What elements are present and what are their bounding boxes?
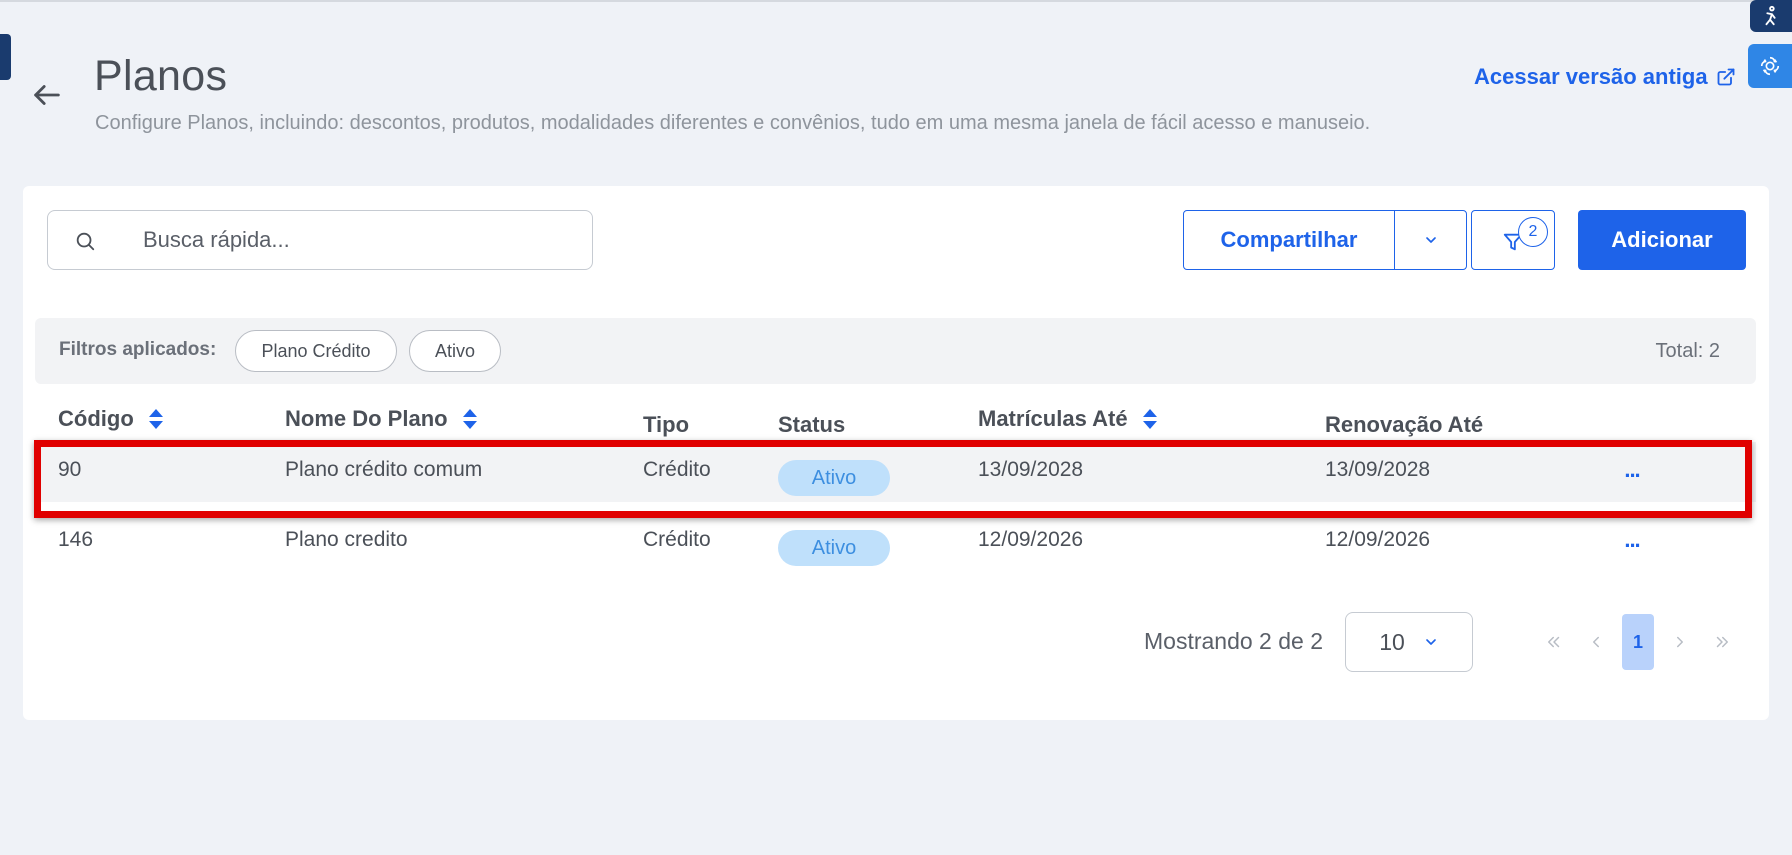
total-count: Total: 2: [1655, 340, 1720, 362]
filter-chip-plano-credito[interactable]: Plano Crédito: [235, 330, 397, 372]
double-chevron-left-icon: [1548, 636, 1560, 648]
cell-matriculas-ate: 12/09/2026: [978, 528, 1084, 551]
column-header-label: Nome Do Plano: [285, 406, 448, 431]
pagination-summary: Mostrando 2 de 2: [1144, 628, 1324, 654]
old-version-link[interactable]: Acessar versão antiga: [1474, 64, 1736, 90]
page-button-current[interactable]: 1: [1622, 614, 1654, 670]
column-header-label: Matrículas Até: [978, 406, 1128, 431]
column-header-label: Tipo: [643, 412, 690, 437]
row-actions-button[interactable]: ...: [1617, 459, 1647, 484]
cell-nome: Plano credito: [285, 528, 408, 551]
top-border: [0, 0, 1792, 2]
status-badge: Ativo: [778, 530, 890, 566]
applied-filters-bar: Filtros aplicados: Plano Crédito Ativo T…: [35, 318, 1756, 384]
share-split-button: Compartilhar: [1183, 210, 1467, 270]
filter-button[interactable]: 2: [1471, 210, 1555, 270]
chevron-right-icon: [1677, 636, 1683, 648]
column-header-label: Status: [778, 412, 846, 437]
external-link-icon: [1717, 68, 1734, 86]
sort-icon[interactable]: [1142, 408, 1158, 430]
table-row[interactable]: 146 Plano credito Crédito Ativo 12/09/20…: [35, 512, 1756, 572]
column-header-label: Código: [58, 406, 134, 431]
status-badge: Ativo: [778, 460, 890, 496]
filter-chip-ativo[interactable]: Ativo: [409, 330, 501, 372]
search-icon: [76, 232, 95, 251]
cell-tipo: Crédito: [643, 458, 711, 481]
column-header-codigo[interactable]: Código: [58, 406, 164, 432]
chevron-left-icon: [1593, 636, 1599, 648]
back-button[interactable]: [30, 78, 64, 112]
cell-renovacao-ate: 12/09/2026: [1325, 528, 1431, 551]
old-version-label: Acessar versão antiga: [1474, 64, 1708, 89]
last-page-button[interactable]: [1701, 614, 1743, 670]
row-actions-button[interactable]: ...: [1617, 529, 1647, 554]
column-header-status: Status: [778, 412, 845, 438]
previous-page-button[interactable]: [1575, 614, 1617, 670]
first-page-button[interactable]: [1533, 614, 1575, 670]
sort-icon[interactable]: [462, 408, 478, 430]
column-header-renovacao: Renovação Até: [1325, 412, 1483, 438]
page-size-select[interactable]: 10: [1345, 612, 1473, 672]
filter-count-badge: 2: [1518, 217, 1548, 247]
accessibility-button[interactable]: [1750, 0, 1792, 32]
chevron-down-icon: [1425, 237, 1436, 243]
assistant-icon: [1760, 56, 1780, 76]
page-subtitle: Configure Planos, incluindo: descontos, …: [95, 112, 1371, 134]
cell-nome: Plano crédito comum: [285, 458, 483, 481]
search-box[interactable]: [47, 210, 593, 270]
cell-codigo: 146: [58, 528, 94, 551]
table-row[interactable]: 90 Plano crédito comum Crédito Ativo 13/…: [35, 442, 1756, 502]
double-chevron-right-icon: [1716, 636, 1728, 648]
page-size-value: 10: [1379, 628, 1405, 655]
side-panel-tab[interactable]: [0, 34, 11, 80]
plans-card: Compartilhar 2 Adicionar Filtros aplicad…: [23, 186, 1769, 720]
column-header-matriculas[interactable]: Matrículas Até: [978, 406, 1158, 432]
search-input[interactable]: [143, 221, 573, 259]
column-header-tipo: Tipo: [643, 412, 689, 438]
next-page-button[interactable]: [1659, 614, 1701, 670]
share-dropdown-toggle[interactable]: [1395, 211, 1466, 269]
chevron-down-icon: [1425, 639, 1436, 645]
applied-filters-label: Filtros aplicados:: [59, 339, 217, 360]
column-header-nome[interactable]: Nome Do Plano: [285, 406, 478, 432]
column-header-label: Renovação Até: [1325, 412, 1484, 437]
sort-icon[interactable]: [148, 408, 164, 430]
assistant-button[interactable]: [1748, 44, 1792, 88]
accessibility-icon: [1765, 5, 1776, 26]
share-button[interactable]: Compartilhar: [1184, 211, 1395, 269]
pagination: 1: [1533, 614, 1743, 670]
cell-renovacao-ate: 13/09/2028: [1325, 458, 1431, 481]
cell-matriculas-ate: 13/09/2028: [978, 458, 1084, 481]
cell-tipo: Crédito: [643, 528, 711, 551]
cell-codigo: 90: [58, 458, 82, 481]
page-title: Planos: [94, 52, 228, 100]
arrow-left-icon: [34, 85, 60, 105]
add-button[interactable]: Adicionar: [1578, 210, 1746, 270]
